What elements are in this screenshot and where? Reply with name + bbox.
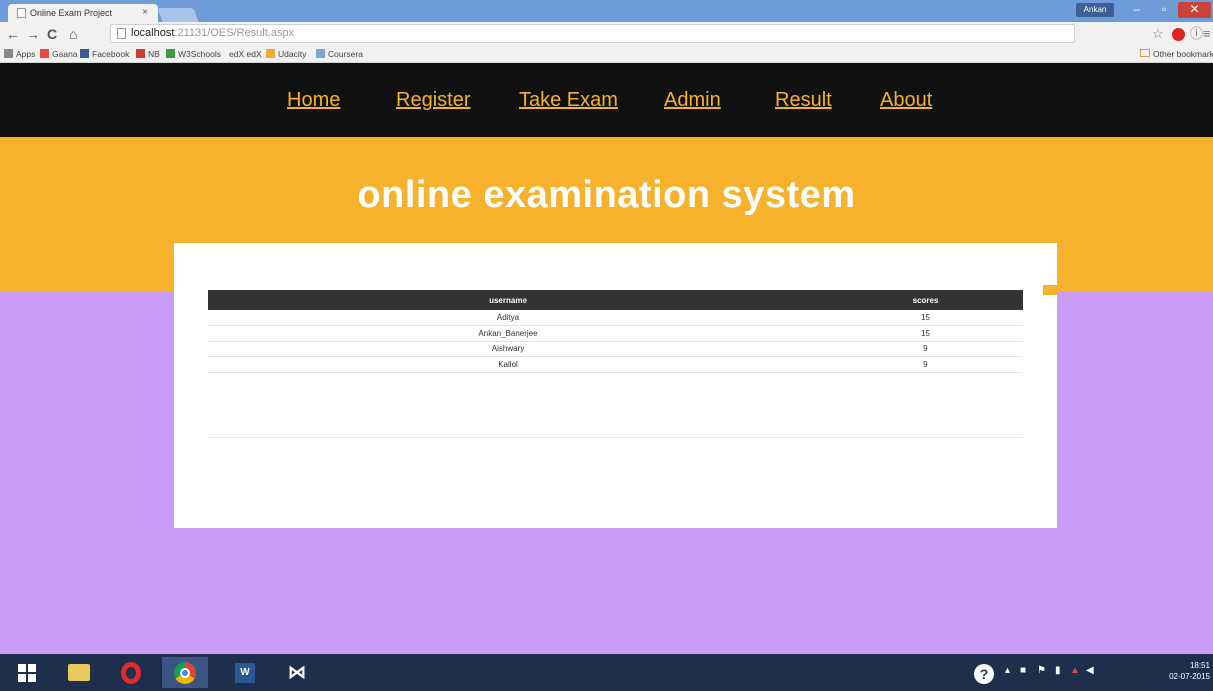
help-icon[interactable]: ?: [974, 664, 994, 684]
folder-icon: [1140, 49, 1150, 57]
card-corner: [1043, 285, 1057, 295]
taskbar-clock[interactable]: 18:51 02-07-2015: [1150, 660, 1210, 682]
gaana-icon: [40, 49, 49, 58]
tray-overflow-icon[interactable]: ▴: [1005, 665, 1010, 676]
opera-icon: [121, 661, 141, 684]
visual-studio-icon: ⋈: [288, 662, 306, 682]
url-path: :21131/OES/Result.aspx: [174, 27, 295, 39]
page-icon: [17, 8, 26, 18]
page-title: online examination system: [357, 174, 856, 216]
clock-time: 18:51: [1189, 661, 1210, 670]
tray-app-icon[interactable]: ■: [1020, 665, 1026, 676]
tab-title: Online Exam Project: [30, 8, 113, 18]
site-nav: Home Register Take Exam Admin Result Abo…: [0, 63, 1213, 137]
cell-score: 15: [748, 310, 1023, 326]
bookmark-apps[interactable]: Apps: [4, 49, 35, 59]
windows-logo-icon: [18, 663, 36, 682]
warning-icon[interactable]: ▲: [1070, 665, 1080, 676]
cell-username: Aishwary: [208, 341, 748, 357]
start-button[interactable]: [4, 657, 50, 688]
taskbar-opera[interactable]: [108, 657, 154, 688]
tab-close-icon[interactable]: ×: [142, 7, 148, 18]
cell-score: 15: [748, 325, 1023, 342]
forward-arrow-icon[interactable]: →: [26, 25, 40, 43]
w3schools-icon: [166, 49, 175, 58]
taskbar-chrome[interactable]: [162, 657, 208, 688]
coursera-icon: [316, 49, 325, 58]
nav-admin[interactable]: Admin: [664, 89, 721, 112]
nav-about[interactable]: About: [880, 89, 932, 112]
minimize-button[interactable]: –: [1124, 2, 1150, 18]
menu-icon[interactable]: ≡: [1203, 25, 1211, 43]
facebook-icon: [80, 49, 89, 58]
cell-username: Aditya: [208, 310, 748, 326]
nav-home[interactable]: Home: [287, 89, 340, 112]
extension-icon[interactable]: [1172, 28, 1185, 41]
cell-score: 9: [748, 356, 1023, 373]
table-row: Aditya 15: [208, 310, 1023, 326]
network-icon[interactable]: ▮: [1055, 665, 1061, 676]
browser-tab[interactable]: Online Exam Project ×: [8, 4, 158, 22]
table-row: Ankan_Banerjee 15: [208, 325, 1023, 342]
other-bookmarks[interactable]: Other bookmarks: [1140, 49, 1213, 59]
results-card: [174, 243, 1057, 528]
word-icon: W: [235, 662, 255, 683]
address-bar[interactable]: localhost:21131/OES/Result.aspx: [110, 24, 1075, 43]
page-icon: [117, 28, 126, 39]
bookmark-udacity[interactable]: Udacity: [266, 49, 306, 59]
bookmark-coursera[interactable]: Coursera: [316, 49, 363, 59]
profile-button[interactable]: Ankan: [1076, 3, 1114, 17]
bookmark-star-icon[interactable]: ☆: [1152, 25, 1164, 43]
windows-taskbar: W ⋈: [0, 654, 1213, 691]
column-header-scores: scores: [748, 290, 1023, 310]
column-header-username: username: [208, 290, 748, 310]
volume-icon[interactable]: ◀: [1086, 665, 1094, 676]
maximize-button[interactable]: ▫: [1151, 2, 1177, 18]
clock-date: 02-07-2015: [1169, 672, 1210, 681]
folder-icon: [68, 664, 90, 681]
nav-register[interactable]: Register: [396, 89, 470, 112]
browser-titlebar: Online Exam Project × Ankan – ▫ ✕: [0, 0, 1213, 22]
bookmark-w3schools[interactable]: W3Schools: [166, 49, 221, 59]
back-arrow-icon[interactable]: ←: [6, 25, 20, 43]
home-icon[interactable]: ⌂: [69, 25, 77, 43]
taskbar-explorer[interactable]: [56, 657, 102, 688]
nav-take-exam[interactable]: Take Exam: [519, 89, 618, 112]
table-header-row: username scores: [208, 290, 1023, 310]
apps-grid-icon: [4, 49, 13, 58]
bookmark-edx[interactable]: edX edX: [229, 49, 262, 59]
table-row: Aishwary 9: [208, 341, 1023, 357]
cell-username: Ankan_Banerjee: [208, 325, 748, 342]
cell-username: Kallol: [208, 356, 748, 373]
chrome-icon: [174, 661, 196, 684]
reload-icon[interactable]: C: [47, 25, 57, 43]
nb-icon: [136, 49, 145, 58]
url-host: localhost: [131, 27, 175, 39]
table-footer-line: [208, 437, 1023, 438]
new-tab-button[interactable]: [157, 8, 199, 22]
flag-icon[interactable]: ⚑: [1037, 665, 1046, 676]
cell-score: 9: [748, 341, 1023, 357]
bookmark-facebook[interactable]: Facebook: [80, 49, 129, 59]
close-window-button[interactable]: ✕: [1178, 2, 1211, 18]
udacity-icon: [266, 49, 275, 58]
browser-toolbar: ← → C ⌂ localhost:21131/OES/Result.aspx …: [0, 22, 1213, 46]
info-icon[interactable]: ⓘ: [1190, 25, 1203, 43]
bookmark-nb[interactable]: NB: [136, 49, 160, 59]
taskbar-word[interactable]: W: [222, 657, 268, 688]
results-table: username scores Aditya 15 Ankan_Banerjee…: [208, 290, 1023, 373]
bookmarks-bar: Apps Gaana Facebook NB W3Schools edX edX…: [0, 46, 1213, 63]
nav-result[interactable]: Result: [775, 89, 832, 112]
taskbar-visual-studio[interactable]: ⋈: [274, 657, 320, 688]
table-row: Kallol 9: [208, 356, 1023, 373]
bookmark-gaana[interactable]: Gaana: [40, 49, 78, 59]
